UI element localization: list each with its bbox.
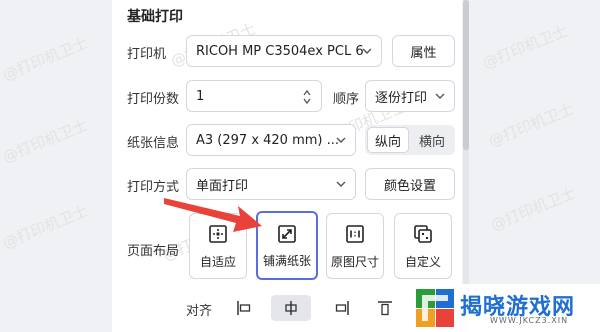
site-logo-url: WWW.JKCZ3.XIN <box>490 316 569 325</box>
site-logo: 揭晓游戏网 WWW.JKCZ3.XIN <box>408 284 600 332</box>
site-logo-mark-icon <box>416 289 454 327</box>
annotation-arrow-icon <box>164 198 262 232</box>
